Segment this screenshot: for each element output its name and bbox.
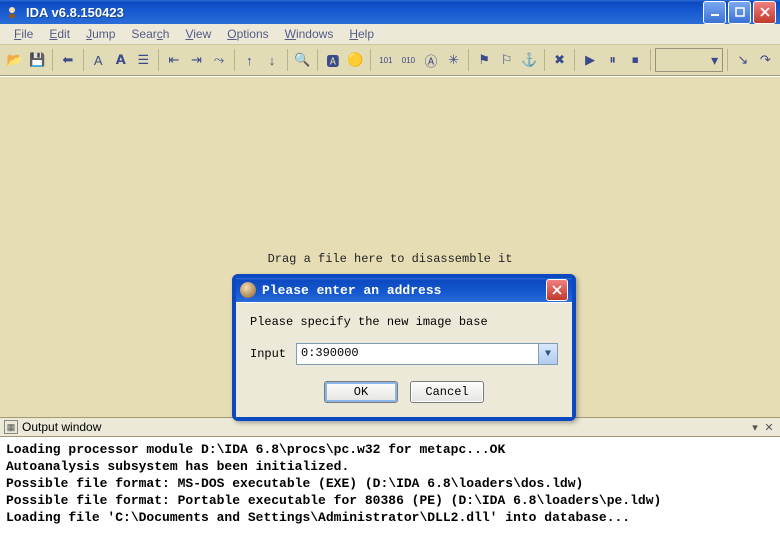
jump-fwd-icon[interactable]: ⤳: [208, 48, 230, 72]
drag-hint: Drag a file here to disassemble it: [268, 252, 513, 266]
dialog-prompt: Please specify the new image base: [250, 315, 558, 329]
delete-icon[interactable]: ✖: [549, 48, 571, 72]
stop-icon[interactable]: ⏹: [624, 48, 646, 72]
toolbar-separator: [52, 49, 53, 71]
dialog-close-button[interactable]: [546, 279, 568, 301]
menubar: File Edit Jump Search View Options Windo…: [0, 24, 780, 44]
minimize-button[interactable]: [703, 1, 726, 24]
output-window[interactable]: Loading processor module D:\IDA 6.8\proc…: [0, 437, 780, 556]
run-icon[interactable]: ▶: [579, 48, 601, 72]
toolbar-separator: [317, 49, 318, 71]
address-input[interactable]: [297, 344, 538, 362]
hex-101-icon[interactable]: 101: [375, 48, 397, 72]
toolbar-separator: [727, 49, 728, 71]
output-panel-icon[interactable]: ▦: [4, 420, 18, 434]
toolbar-separator: [158, 49, 159, 71]
maximize-button[interactable]: [728, 1, 751, 24]
menu-jump[interactable]: Jump: [78, 25, 123, 43]
star-icon[interactable]: ✳: [443, 48, 465, 72]
toolbar-separator: [650, 49, 651, 71]
dialog-icon: [240, 282, 256, 298]
output-panel-close[interactable]: ✕: [762, 420, 776, 434]
nav-up-icon[interactable]: ↑: [239, 48, 261, 72]
menu-options[interactable]: Options: [219, 25, 276, 43]
menu-edit[interactable]: Edit: [41, 25, 78, 43]
save-icon[interactable]: 💾: [27, 48, 49, 72]
menu-search[interactable]: Search: [123, 25, 177, 43]
text-sel-icon[interactable]: 𝗔: [110, 48, 132, 72]
anchor1-icon[interactable]: ⚑: [473, 48, 495, 72]
globe-icon[interactable]: 🟡: [345, 48, 367, 72]
jump-out-icon[interactable]: ⇤: [163, 48, 185, 72]
toolbar-separator: [287, 49, 288, 71]
pause-icon[interactable]: ⏸: [602, 48, 624, 72]
menu-file[interactable]: File: [6, 25, 41, 43]
dialog-title: Please enter an address: [262, 283, 546, 298]
toolbar-separator: [468, 49, 469, 71]
dropdown-button[interactable]: ▼: [538, 344, 557, 364]
output-panel-menu[interactable]: ▾: [748, 420, 762, 434]
hex-010-icon[interactable]: 010: [398, 48, 420, 72]
cancel-button[interactable]: Cancel: [410, 381, 484, 403]
step-into-icon[interactable]: ↘: [732, 48, 754, 72]
menu-windows[interactable]: Windows: [277, 25, 342, 43]
find-icon[interactable]: 🔍: [292, 48, 314, 72]
toolbar-separator: [574, 49, 575, 71]
workspace[interactable]: Drag a file here to disassemble it Pleas…: [0, 76, 780, 417]
open-icon[interactable]: 📂: [4, 48, 26, 72]
anchor2-icon[interactable]: ⚐: [496, 48, 518, 72]
debugger-select[interactable]: ▾: [655, 48, 723, 72]
dialog-body: Please specify the new image base Input …: [236, 302, 572, 417]
menu-help[interactable]: Help: [341, 25, 382, 43]
nav-down-icon[interactable]: ↓: [261, 48, 283, 72]
arrow-left-icon[interactable]: ⬅: [57, 48, 79, 72]
box-a-icon[interactable]: 🅰: [322, 48, 344, 72]
toolbar-separator: [370, 49, 371, 71]
ok-button[interactable]: OK: [324, 381, 398, 403]
output-window-title: Output window: [22, 420, 101, 434]
toolbar-separator: [234, 49, 235, 71]
step-over-icon[interactable]: ↷: [755, 48, 777, 72]
close-button[interactable]: [753, 1, 776, 24]
jump-in-icon[interactable]: ⇥: [186, 48, 208, 72]
toolbar-separator: [83, 49, 84, 71]
text-a-icon[interactable]: A: [87, 48, 109, 72]
dialog-titlebar[interactable]: Please enter an address: [236, 278, 572, 302]
address-combobox[interactable]: ▼: [296, 343, 558, 365]
address-dialog: Please enter an address Please specify t…: [232, 274, 576, 421]
toolbar-separator: [544, 49, 545, 71]
window-title: IDA v6.8.150423: [26, 5, 703, 20]
hex-a-icon[interactable]: Ⓐ: [420, 48, 442, 72]
dialog-input-label: Input: [250, 347, 290, 361]
anchor3-icon[interactable]: ⚓: [518, 48, 540, 72]
menu-view[interactable]: View: [177, 25, 219, 43]
titlebar: IDA v6.8.150423: [0, 0, 780, 24]
toolbar: 📂💾 ⬅ A𝗔☰ ⇤⇥⤳ ↑↓ 🔍 🅰🟡 101010Ⓐ✳ ⚑⚐⚓ ✖ ▶⏸⏹ ▾ ↘↷: [0, 44, 780, 76]
app-icon: [4, 4, 20, 20]
binary-icon[interactable]: ☰: [133, 48, 155, 72]
